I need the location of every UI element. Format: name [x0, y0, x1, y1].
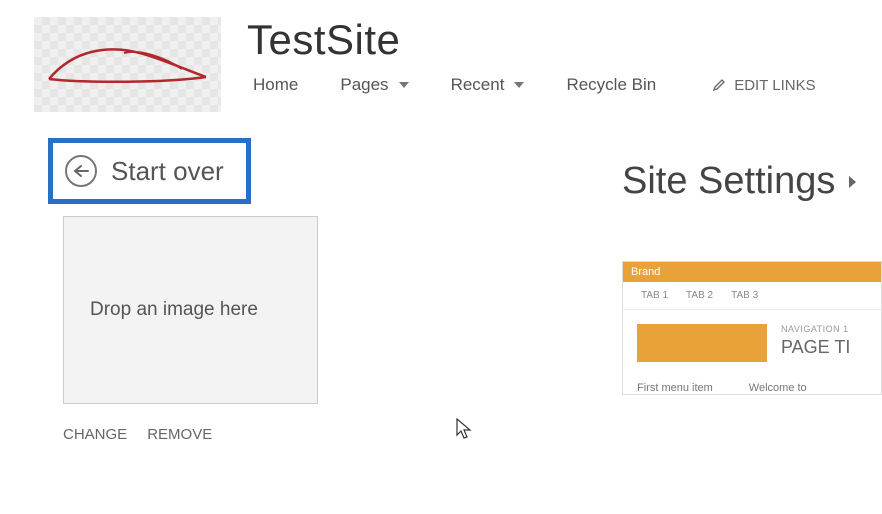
preview-menu-item: First menu item — [637, 382, 713, 394]
drop-zone-actions: CHANGE REMOVE — [63, 426, 347, 443]
preview-welcome-text: Welcome to — [749, 382, 807, 394]
left-column: Start over Drop an image here CHANGE REM… — [48, 138, 347, 443]
main-content: Start over Drop an image here CHANGE REM… — [0, 138, 882, 443]
nav-recent-label: Recent — [451, 75, 505, 95]
image-drop-zone[interactable]: Drop an image here — [63, 216, 318, 404]
preview-brand-bar: Brand — [623, 262, 881, 282]
chevron-down-icon — [514, 82, 524, 88]
theme-preview[interactable]: Brand TAB 1 TAB 2 TAB 3 NAVIGATION 1 PAG… — [622, 261, 882, 395]
preview-tab-1: TAB 1 — [641, 290, 668, 301]
nav-home[interactable]: Home — [247, 73, 304, 97]
start-over-label: Start over — [111, 156, 224, 187]
top-nav: Home Pages Recent Recycle Bin EDIT LINKS — [247, 73, 816, 97]
title-block: TestSite Home Pages Recent Recycle Bin E… — [247, 17, 816, 97]
change-button[interactable]: CHANGE — [63, 426, 127, 443]
nav-pages-label: Pages — [340, 75, 388, 95]
site-settings-label: Site Settings — [622, 160, 835, 203]
drop-zone-text: Drop an image here — [90, 299, 258, 321]
preview-nav-label: NAVIGATION 1 — [781, 324, 850, 334]
back-arrow-icon — [65, 155, 97, 187]
start-over-button[interactable]: Start over — [48, 138, 251, 204]
site-title[interactable]: TestSite — [247, 17, 816, 63]
preview-tabs: TAB 1 TAB 2 TAB 3 — [623, 282, 881, 310]
header: TestSite Home Pages Recent Recycle Bin E… — [0, 0, 882, 138]
site-logo[interactable] — [34, 17, 221, 112]
edit-links-button[interactable]: EDIT LINKS — [712, 77, 815, 94]
preview-text-block: NAVIGATION 1 PAGE TI — [781, 310, 850, 376]
nav-recent[interactable]: Recent — [445, 73, 531, 97]
nav-pages[interactable]: Pages — [334, 73, 414, 97]
car-logo-icon — [44, 39, 212, 85]
remove-button[interactable]: REMOVE — [147, 426, 212, 443]
site-settings-heading[interactable]: Site Settings — [622, 160, 882, 203]
chevron-down-icon — [399, 82, 409, 88]
right-column: Site Settings Brand TAB 1 TAB 2 TAB 3 NA… — [387, 138, 882, 443]
preview-body: NAVIGATION 1 PAGE TI — [623, 310, 881, 376]
nav-recycle-bin[interactable]: Recycle Bin — [560, 73, 662, 97]
preview-footer: First menu item Welcome to — [623, 376, 881, 394]
edit-links-label: EDIT LINKS — [734, 77, 815, 94]
preview-hero-block — [637, 324, 767, 362]
preview-page-title: PAGE TI — [781, 337, 850, 358]
preview-tab-2: TAB 2 — [686, 290, 713, 301]
pencil-icon — [712, 78, 726, 92]
chevron-right-icon — [849, 176, 856, 188]
preview-tab-3: TAB 3 — [731, 290, 758, 301]
